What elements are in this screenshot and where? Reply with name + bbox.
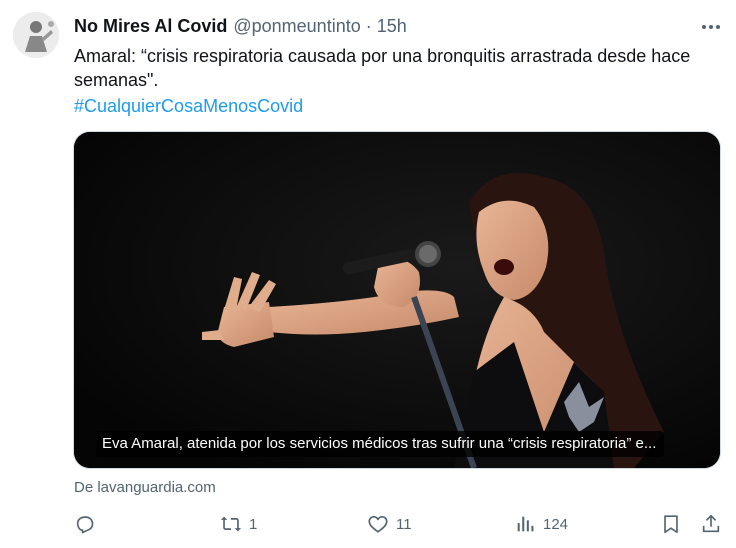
- link-card[interactable]: Eva Amaral, atenida por los servicios mé…: [74, 132, 720, 468]
- author-name[interactable]: No Mires Al Covid: [74, 16, 227, 37]
- separator-dot: ·: [365, 15, 372, 36]
- timestamp[interactable]: 15h: [377, 16, 407, 37]
- reply-button[interactable]: [74, 510, 96, 538]
- card-source[interactable]: De lavanguardia.com: [74, 479, 216, 496]
- tweet-header: No Mires Al Covid @ponmeuntinto · 15h: [74, 15, 676, 37]
- hashtag-link[interactable]: #CualquierCosaMenosCovid: [74, 94, 303, 118]
- share-icon: [702, 514, 720, 533]
- more-icon: [702, 25, 720, 29]
- avatar-image: [13, 12, 59, 58]
- retweet-icon: [220, 516, 242, 532]
- card-image: [74, 132, 720, 468]
- retweet-button[interactable]: 1: [220, 510, 257, 538]
- like-button[interactable]: 11: [367, 510, 412, 538]
- bookmark-icon: [664, 515, 678, 534]
- action-bar: 1 11 124: [74, 510, 724, 538]
- avatar[interactable]: [13, 12, 59, 58]
- retweet-count: 1: [249, 515, 258, 533]
- like-count: 11: [396, 515, 412, 533]
- reply-icon: [76, 516, 94, 534]
- share-button[interactable]: [700, 510, 722, 538]
- views-button[interactable]: 124: [514, 510, 568, 538]
- views-icon: [517, 516, 534, 532]
- tweet-text: Amaral: “crisis respiratoria causada por…: [74, 46, 691, 90]
- bookmark-button[interactable]: [660, 510, 682, 538]
- heart-icon: [368, 516, 388, 533]
- views-count: 124: [543, 515, 569, 533]
- author-handle[interactable]: @ponmeuntinto: [233, 16, 360, 37]
- card-caption: Eva Amaral, atenida por los servicios mé…: [96, 431, 665, 457]
- more-options-button[interactable]: [698, 14, 724, 40]
